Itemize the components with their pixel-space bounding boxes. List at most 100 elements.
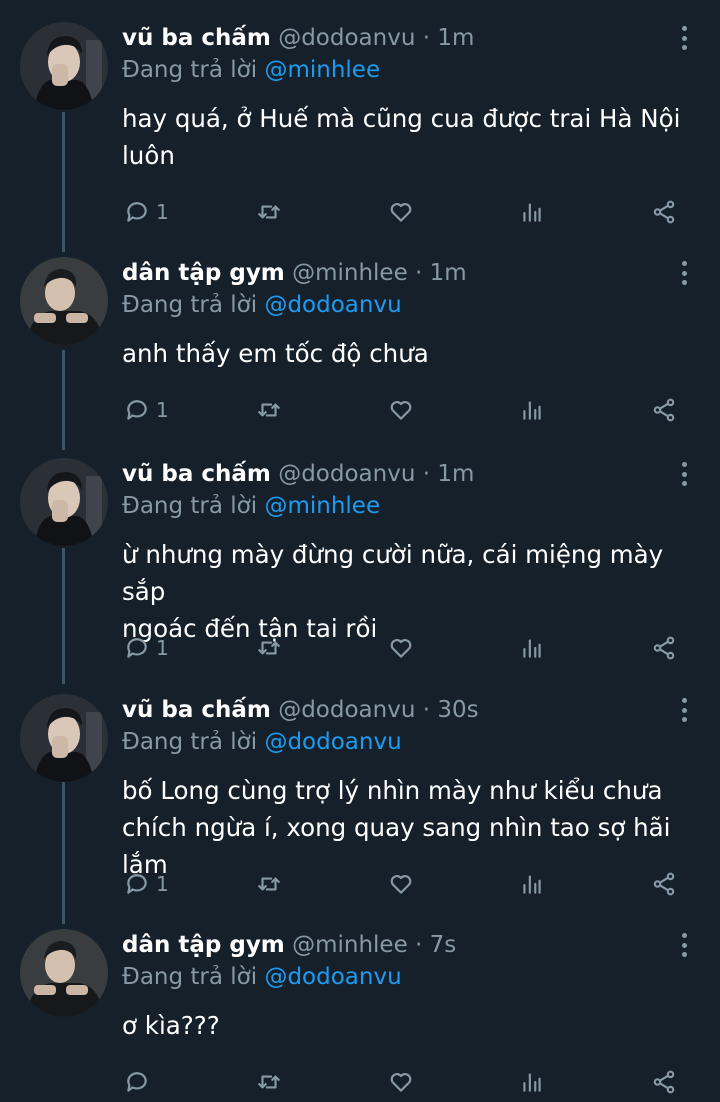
- reply-mention-link[interactable]: @minhlee: [264, 57, 380, 83]
- reply-button[interactable]: 1: [124, 864, 169, 904]
- retweet-icon: [258, 1075, 280, 1089]
- timestamp[interactable]: 1m: [437, 25, 474, 51]
- user-handle[interactable]: @dodoanvu: [278, 697, 415, 723]
- replying-to: Đang trả lời @dodoanvu: [122, 289, 402, 321]
- avatar-minhlee[interactable]: [20, 257, 108, 345]
- reply-mention-link[interactable]: @dodoanvu: [264, 292, 401, 318]
- share-button[interactable]: [651, 390, 677, 430]
- tweet-actions: 1: [0, 390, 720, 430]
- tweet-actions: [0, 1062, 720, 1102]
- heart-icon: [390, 875, 412, 894]
- separator-dot: ·: [422, 25, 431, 51]
- reply-button[interactable]: [124, 1062, 156, 1102]
- replying-to: Đang trả lời @minhlee: [122, 54, 380, 86]
- user-handle[interactable]: @dodoanvu: [278, 461, 415, 487]
- analytics-button[interactable]: [519, 390, 545, 430]
- replying-to-label: Đang trả lời: [122, 493, 258, 519]
- timestamp[interactable]: 7s: [430, 932, 457, 958]
- analytics-button[interactable]: [519, 192, 545, 232]
- user-handle[interactable]: @minhlee: [292, 932, 408, 958]
- more-options-icon[interactable]: [674, 24, 694, 52]
- avatar-photo-image: [20, 22, 108, 110]
- avatar-photo-image: [20, 458, 108, 546]
- retweet-button[interactable]: [256, 192, 282, 232]
- separator-dot: ·: [415, 932, 423, 958]
- user-handle[interactable]: @dodoanvu: [278, 25, 415, 51]
- share-icon: [653, 1070, 675, 1094]
- reply-button[interactable]: 1: [124, 390, 169, 430]
- share-button[interactable]: [651, 192, 677, 232]
- reply-count: 1: [156, 872, 169, 896]
- heart-icon: [390, 401, 412, 420]
- avatar-minhlee[interactable]: [20, 929, 108, 1017]
- replying-to-label: Đang trả lời: [122, 729, 258, 755]
- user-handle[interactable]: @minhlee: [292, 260, 408, 286]
- replying-to-label: Đang trả lời: [122, 964, 258, 990]
- retweet-button[interactable]: [256, 1062, 282, 1102]
- display-name[interactable]: vũ ba chấm: [122, 697, 271, 723]
- reply-mention-link[interactable]: @dodoanvu: [264, 729, 401, 755]
- reply-icon: [127, 400, 147, 420]
- replying-to: Đang trả lời @dodoanvu: [122, 961, 402, 993]
- heart-icon: [390, 639, 412, 658]
- timestamp[interactable]: 30s: [437, 697, 478, 723]
- like-button[interactable]: [388, 1062, 414, 1102]
- retweet-icon: [258, 877, 280, 891]
- heart-icon: [390, 1073, 412, 1092]
- reply-count: 1: [156, 200, 169, 224]
- share-button[interactable]: [651, 628, 677, 668]
- bar-chart-icon: [523, 875, 541, 894]
- display-name[interactable]: vũ ba chấm: [122, 25, 271, 51]
- retweet-button[interactable]: [256, 628, 282, 668]
- replying-to: Đang trả lời @minhlee: [122, 490, 380, 522]
- tweet-header: dân tập gym @minhlee · 7s: [122, 929, 660, 961]
- analytics-button[interactable]: [519, 628, 545, 668]
- avatar-dodoanvu[interactable]: [20, 458, 108, 546]
- more-options-icon[interactable]: [674, 460, 694, 488]
- display-name[interactable]: dân tập gym: [122, 932, 285, 958]
- reply-button[interactable]: 1: [124, 628, 169, 668]
- tweet-text-line: bố Long cùng trợ lý nhìn mày như kiểu ch…: [122, 776, 663, 805]
- timestamp[interactable]: 1m: [430, 260, 467, 286]
- more-options-icon[interactable]: [674, 696, 694, 724]
- avatar-dodoanvu[interactable]: [20, 22, 108, 110]
- analytics-button[interactable]: [519, 1062, 545, 1102]
- share-button[interactable]: [651, 1062, 677, 1102]
- display-name[interactable]: vũ ba chấm: [122, 461, 271, 487]
- tweet-header: dân tập gym @minhlee · 1m: [122, 257, 660, 289]
- timestamp[interactable]: 1m: [437, 461, 474, 487]
- analytics-button[interactable]: [519, 864, 545, 904]
- tweet-header: vũ ba chấm @dodoanvu · 1m: [122, 458, 660, 490]
- retweet-button[interactable]: [256, 390, 282, 430]
- more-options-icon[interactable]: [674, 259, 694, 287]
- bar-chart-icon: [523, 401, 541, 420]
- retweet-button[interactable]: [256, 864, 282, 904]
- like-button[interactable]: [388, 628, 414, 668]
- display-name[interactable]: dân tập gym: [122, 260, 285, 286]
- tweet-header: vũ ba chấm @dodoanvu · 30s: [122, 694, 660, 726]
- reply-mention-link[interactable]: @dodoanvu: [264, 964, 401, 990]
- share-button[interactable]: [651, 864, 677, 904]
- like-button[interactable]: [388, 390, 414, 430]
- share-icon: [653, 200, 675, 224]
- share-icon: [653, 398, 675, 422]
- reply-icon: [127, 202, 147, 222]
- separator-dot: ·: [415, 260, 423, 286]
- tweet-text: hay quá, ở Huế mà cũng cua được trai Hà …: [122, 100, 702, 174]
- tweet-text-line: anh thấy em tốc độ chưa: [122, 339, 429, 368]
- like-button[interactable]: [388, 192, 414, 232]
- share-icon: [653, 636, 675, 660]
- reply-count: 1: [156, 398, 169, 422]
- like-button[interactable]: [388, 864, 414, 904]
- more-options-icon[interactable]: [674, 931, 694, 959]
- tweet-text: ơ kìa???: [122, 1007, 702, 1044]
- reply-mention-link[interactable]: @minhlee: [264, 493, 380, 519]
- avatar-dodoanvu[interactable]: [20, 694, 108, 782]
- replying-to-label: Đang trả lời: [122, 292, 258, 318]
- avatar-photo-image: [20, 694, 108, 782]
- tweet-text-line: ơ kìa???: [122, 1011, 220, 1040]
- bar-chart-icon: [523, 1073, 541, 1092]
- reply-button[interactable]: 1: [124, 192, 169, 232]
- bar-chart-icon: [523, 203, 541, 222]
- avatar-photo-image: [20, 257, 108, 345]
